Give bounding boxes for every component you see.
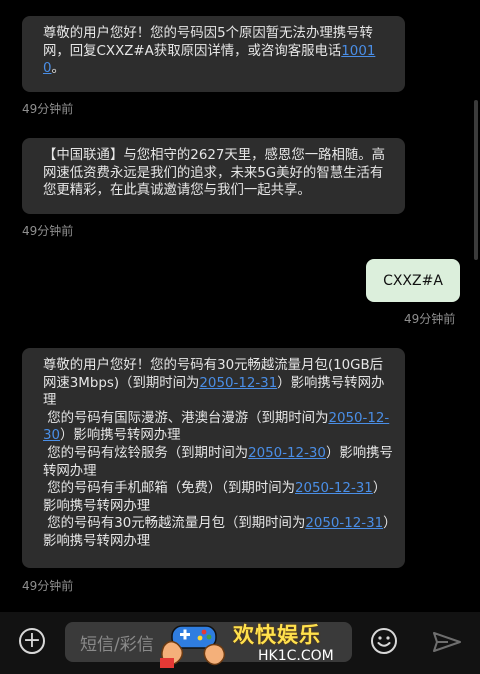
plus-circle-icon[interactable]: + <box>19 628 45 654</box>
sent-message-timestamp: 49分钟前 <box>404 312 456 326</box>
sent-message-bubble: CXXZ#A <box>366 259 460 302</box>
date-link[interactable]: 2050-12-31 <box>295 481 373 496</box>
date-link[interactable]: 2050-12-31 <box>305 516 383 531</box>
date-link[interactable]: 2050-12-31 <box>199 376 277 391</box>
watermark-title: 欢快娱乐 <box>233 623 321 647</box>
input-placeholder: 短信/彩信 <box>80 634 154 655</box>
message-text: 【中国联通】与您相守的2627天里，感恩您一路相随。高网速低资费永远是我们的追求… <box>43 148 386 199</box>
message-timestamp: 49分钟前 <box>22 102 74 116</box>
message-text: ）影响携号转网办理 您的号码有炫铃服务（到期时间为 <box>47 428 249 461</box>
scrollbar[interactable] <box>474 100 478 260</box>
sent-message-text: CXXZ#A <box>383 272 443 289</box>
date-link[interactable]: 2050-12-30 <box>248 446 326 461</box>
message-bubble-2: 【中国联通】与您相守的2627天里，感恩您一路相随。高网速低资费永远是我们的追求… <box>22 138 405 214</box>
message-timestamp: 49分钟前 <box>22 579 74 593</box>
message-bubble-1: 尊敬的用户您好！您的号码因5个原因暂无法办理携号转网，回复CXXZ#A获取原因详… <box>22 16 405 92</box>
smiley-icon[interactable] <box>370 627 398 655</box>
watermark-domain: HK1C.COM <box>258 648 334 664</box>
message-bubble-3: 尊敬的用户您好！您的号码有30元畅越流量月包(10GB后网速3Mbps)（到期时… <box>22 348 405 568</box>
message-text-end: 。 <box>51 61 65 77</box>
message-text: 尊敬的用户您好！您的号码因5个原因暂无法办理携号转网，回复CXXZ#A获取原因详… <box>43 26 373 59</box>
gamepad-hand-watermark-icon <box>160 625 226 668</box>
send-arrow-icon[interactable] <box>432 631 462 653</box>
message-timestamp: 49分钟前 <box>22 224 74 238</box>
